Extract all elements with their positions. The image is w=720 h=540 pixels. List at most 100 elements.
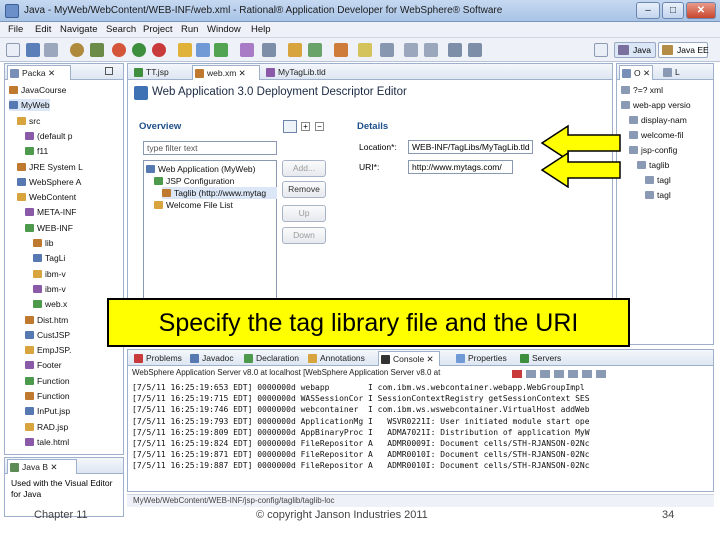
expand-all-icon[interactable]: + bbox=[301, 122, 310, 131]
new-class-icon[interactable] bbox=[214, 43, 228, 57]
display-console-icon[interactable] bbox=[582, 370, 592, 378]
package-tree-item[interactable]: WebContent bbox=[17, 191, 76, 203]
editor-tab-tt-jsp[interactable]: TT.jsp bbox=[132, 65, 190, 80]
uri-field[interactable]: http://www.mytags.com/ bbox=[408, 160, 513, 174]
outline-tree-item[interactable]: web-app versio bbox=[621, 99, 691, 111]
menu-run[interactable]: Run bbox=[181, 24, 198, 35]
prev-annotation-icon[interactable] bbox=[424, 43, 438, 57]
tab-console[interactable]: Console ✕ bbox=[378, 351, 440, 366]
package-tree-item[interactable]: web.x bbox=[33, 298, 67, 310]
add-button[interactable]: Add... bbox=[282, 160, 326, 177]
minimize-button[interactable]: – bbox=[636, 2, 660, 19]
check-icon[interactable] bbox=[308, 43, 322, 57]
new-package-icon[interactable] bbox=[196, 43, 210, 57]
outline-tree-item[interactable]: tagl bbox=[645, 174, 671, 186]
tab-javadoc[interactable]: Javadoc bbox=[188, 351, 240, 366]
tab-properties[interactable]: Properties bbox=[454, 351, 516, 366]
next-annotation-icon[interactable] bbox=[404, 43, 418, 57]
tab-problems[interactable]: Problems bbox=[132, 351, 184, 366]
outline-tree-item[interactable]: welcome-fil bbox=[629, 129, 684, 141]
perspective-javaee-button[interactable]: Java EE bbox=[658, 42, 709, 58]
java-beans-tab[interactable]: Java B ✕ bbox=[7, 459, 77, 474]
close-button[interactable]: ✕ bbox=[686, 2, 716, 19]
package-tree-item[interactable]: f11 bbox=[25, 145, 48, 157]
collapse-all-icon[interactable]: − bbox=[315, 122, 324, 131]
package-tree-item[interactable]: Dist.htm bbox=[25, 314, 68, 326]
sort-icon[interactable] bbox=[283, 120, 297, 133]
outline-tree-item[interactable]: taglib bbox=[637, 159, 669, 171]
annotation-icon[interactable] bbox=[380, 43, 394, 57]
menu-help[interactable]: Help bbox=[251, 24, 271, 35]
remove-button[interactable]: Remove bbox=[282, 181, 326, 198]
pin-icon[interactable] bbox=[358, 43, 372, 57]
package-tree-item[interactable]: lib bbox=[33, 237, 54, 249]
tab-declaration[interactable]: Declaration bbox=[242, 351, 304, 366]
package-tree-item[interactable]: JRE System L bbox=[17, 161, 83, 173]
run-icon[interactable] bbox=[132, 43, 146, 57]
open-folder-icon[interactable] bbox=[288, 43, 302, 57]
overview-filter-input[interactable]: type filter text bbox=[143, 141, 277, 155]
outline-tab[interactable]: O ✕ bbox=[619, 65, 653, 80]
new-java-project-icon[interactable] bbox=[178, 43, 192, 57]
package-tree-item[interactable]: WEB-INF bbox=[25, 222, 73, 234]
outline-tree-item[interactable]: tagl bbox=[645, 189, 671, 201]
down-button[interactable]: Down bbox=[282, 227, 326, 244]
perspective-java-button[interactable]: Java bbox=[614, 42, 656, 58]
search-icon[interactable] bbox=[262, 43, 276, 57]
maximize-view-icon[interactable] bbox=[105, 67, 113, 75]
tree-item-welcome-file-list[interactable]: Welcome File List bbox=[154, 199, 233, 211]
package-tree-item[interactable]: tale.html bbox=[25, 436, 69, 448]
package-tree-item[interactable]: TagLi bbox=[33, 252, 65, 264]
second-outline-tab[interactable]: L bbox=[661, 65, 689, 80]
menu-search[interactable]: Search bbox=[106, 24, 136, 35]
editor-tab-mytaglib[interactable]: MyTagLib.tld bbox=[264, 65, 358, 80]
debug-icon[interactable] bbox=[70, 43, 84, 57]
editor-tab-web-xml[interactable]: web.xm ✕ bbox=[192, 65, 260, 80]
pin-console-icon[interactable] bbox=[568, 370, 578, 378]
server-icon[interactable] bbox=[90, 43, 104, 57]
terminate-icon[interactable] bbox=[512, 370, 522, 378]
open-type-icon[interactable] bbox=[240, 43, 254, 57]
menu-navigate[interactable]: Navigate bbox=[60, 24, 98, 35]
forward-icon[interactable] bbox=[468, 43, 482, 57]
package-tree-item[interactable]: Footer bbox=[25, 359, 62, 371]
package-tree-item[interactable]: JavaCourse bbox=[9, 84, 66, 96]
package-tree-item[interactable]: RAD.jsp bbox=[25, 421, 68, 433]
open-perspective-icon[interactable] bbox=[594, 43, 608, 57]
print-icon[interactable] bbox=[44, 43, 58, 57]
package-tree-item[interactable]: ibm-v bbox=[33, 268, 66, 280]
package-tree-item[interactable]: InPut.jsp bbox=[25, 405, 70, 417]
external-tools-icon[interactable] bbox=[112, 43, 126, 57]
package-tree-item[interactable]: Function bbox=[25, 375, 70, 387]
package-tree-item[interactable]: CustJSP bbox=[25, 329, 70, 341]
new-icon[interactable] bbox=[6, 43, 20, 57]
pencil-icon[interactable] bbox=[334, 43, 348, 57]
tree-item-web-application[interactable]: Web Application (MyWeb) bbox=[146, 163, 255, 175]
package-explorer-tab[interactable]: Packa ✕ bbox=[7, 65, 71, 80]
package-tree-item[interactable]: EmpJSP. bbox=[25, 344, 71, 356]
package-tree-item[interactable]: ibm-v bbox=[33, 283, 66, 295]
tab-annotations[interactable]: Annotations bbox=[306, 351, 376, 366]
package-tree-item[interactable]: META-INF bbox=[25, 206, 77, 218]
tree-item-jsp-configuration[interactable]: JSP Configuration bbox=[154, 175, 234, 187]
back-icon[interactable] bbox=[448, 43, 462, 57]
tab-servers[interactable]: Servers bbox=[518, 351, 568, 366]
up-button[interactable]: Up bbox=[282, 205, 326, 222]
package-tree-item[interactable]: MyWeb bbox=[9, 99, 50, 112]
package-tree-item[interactable]: (default p bbox=[25, 130, 72, 142]
tree-item-taglib[interactable]: Taglib (http://www.mytag bbox=[162, 187, 277, 199]
package-tree-item[interactable]: src bbox=[17, 115, 40, 127]
outline-tree-item[interactable]: display-nam bbox=[629, 114, 687, 126]
save-icon[interactable] bbox=[26, 43, 40, 57]
open-console-icon[interactable] bbox=[596, 370, 606, 378]
clear-console-icon[interactable] bbox=[540, 370, 550, 378]
scroll-lock-icon[interactable] bbox=[554, 370, 564, 378]
stop-icon[interactable] bbox=[152, 43, 166, 57]
menu-edit[interactable]: Edit bbox=[35, 24, 51, 35]
package-tree-item[interactable]: Function bbox=[25, 390, 70, 402]
menu-file[interactable]: File bbox=[8, 24, 23, 35]
remove-launch-icon[interactable] bbox=[526, 370, 536, 378]
menu-window[interactable]: Window bbox=[207, 24, 241, 35]
maximize-button[interactable]: □ bbox=[662, 2, 684, 19]
outline-tree-item[interactable]: jsp-config bbox=[629, 144, 677, 156]
